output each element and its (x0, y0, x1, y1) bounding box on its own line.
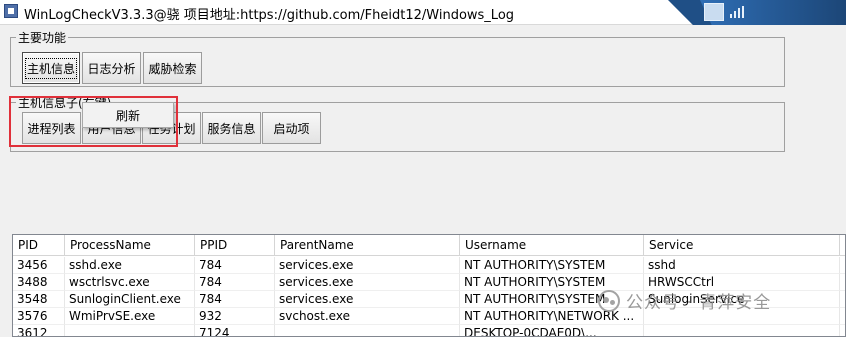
threat-search-button[interactable]: 威胁检索 (143, 52, 202, 84)
cell-extra (840, 291, 845, 308)
table-row[interactable]: 3456 sshd.exe 784 services.exe NT AUTHOR… (13, 257, 845, 274)
cell-pid: 3576 (13, 308, 65, 325)
cell-username: DESKTOP-0CDAE0D\... (460, 325, 644, 336)
wechat-icon (598, 289, 620, 312)
app-icon (4, 4, 18, 18)
window-title: WinLogCheckV3.3.3@骁 项目地址:https://github.… (24, 8, 515, 23)
cell-parent-name: services.exe (275, 257, 460, 274)
process-table[interactable]: PID ProcessName PPID ParentName Username… (12, 234, 846, 337)
cell-parent-name: services.exe (275, 274, 460, 291)
cell-extra (840, 257, 845, 274)
cell-parent-name: svchost.exe (275, 308, 460, 325)
table-row[interactable]: 3612 7124 DESKTOP-0CDAE0D\... (13, 325, 845, 336)
column-header-parent-name[interactable]: ParentName (275, 235, 460, 256)
log-analysis-button[interactable]: 日志分析 (82, 52, 141, 84)
cell-pid: 3612 (13, 325, 65, 336)
cell-process-name: sshd.exe (65, 257, 195, 274)
cell-extra (840, 325, 845, 336)
column-header-username[interactable]: Username (460, 235, 644, 256)
watermark-text: 公众号 · 青萍安全 (626, 293, 772, 313)
cell-parent-name: services.exe (275, 291, 460, 308)
cell-ppid: 784 (195, 274, 275, 291)
column-header-service[interactable]: Service (644, 235, 840, 256)
cell-process-name (65, 325, 195, 336)
cell-extra (840, 274, 845, 291)
cell-extra (840, 308, 845, 325)
cell-pid: 3456 (13, 257, 65, 274)
tray-app-icon[interactable] (704, 3, 724, 21)
annotation-highlight (9, 96, 178, 147)
host-info-button[interactable]: 主机信息 (22, 52, 80, 84)
cell-pid: 3548 (13, 291, 65, 308)
cell-service: sshd (644, 257, 840, 274)
watermark: 公众号 · 青萍安全 (598, 288, 771, 313)
cell-ppid: 784 (195, 291, 275, 308)
main-functions-label: 主要功能 (16, 29, 69, 46)
column-header-pid[interactable]: PID (13, 235, 65, 256)
column-header-extra[interactable] (840, 235, 845, 256)
cell-ppid: 932 (195, 308, 275, 325)
cell-pid: 3488 (13, 274, 65, 291)
column-header-ppid[interactable]: PPID (195, 235, 275, 256)
column-header-process-name[interactable]: ProcessName (65, 235, 195, 256)
table-header: PID ProcessName PPID ParentName Username… (13, 235, 845, 256)
cell-process-name: wsctrlsvc.exe (65, 274, 195, 291)
cell-service (644, 325, 840, 336)
service-info-button[interactable]: 服务信息 (202, 112, 261, 144)
signal-icon (730, 6, 744, 18)
cell-ppid: 7124 (195, 325, 275, 336)
cell-process-name: SunloginClient.exe (65, 291, 195, 308)
cell-ppid: 784 (195, 257, 275, 274)
cell-process-name: WmiPrvSE.exe (65, 308, 195, 325)
cell-username: NT AUTHORITY\SYSTEM (460, 257, 644, 274)
cell-parent-name (275, 325, 460, 336)
startup-items-button[interactable]: 启动项 (262, 112, 321, 144)
